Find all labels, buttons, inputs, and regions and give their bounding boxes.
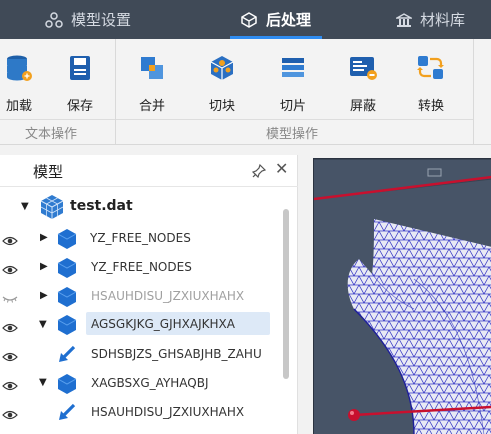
group-separator bbox=[473, 39, 474, 144]
model-settings-icon bbox=[45, 11, 63, 28]
expanded-arrow-icon[interactable]: ▼ bbox=[21, 202, 29, 212]
eye-closed-icon[interactable] bbox=[2, 290, 18, 309]
tree-item[interactable]: ▼ XAGBSXG_AYHAQBJ bbox=[0, 369, 282, 397]
save-button[interactable]: 保存 bbox=[56, 53, 104, 114]
tree-item-label: YZ_FREE_NODES bbox=[91, 260, 192, 274]
ribbon-divider bbox=[0, 119, 473, 120]
blue-cube-icon bbox=[56, 286, 78, 312]
blue-cube-icon bbox=[56, 373, 78, 399]
model-panel-title: 模型 bbox=[33, 163, 64, 181]
tab-post-processing-label: 后处理 bbox=[266, 11, 312, 29]
tree-item-label: SDHSBJZS_GHSABJHB_ZAHU bbox=[91, 347, 262, 361]
eye-icon[interactable] bbox=[2, 406, 18, 425]
tree-scrollbar[interactable] bbox=[283, 209, 289, 379]
tree-item[interactable]: HSAUHDISU_JZXIUXHAHX bbox=[0, 398, 282, 426]
tab-material-library-label: 材料库 bbox=[420, 11, 466, 29]
group-label-text-ops: 文本操作 bbox=[25, 127, 78, 142]
tab-material-library[interactable]: 材料库 bbox=[396, 0, 465, 39]
group-label-model-ops: 模型操作 bbox=[266, 127, 319, 142]
slice-button[interactable]: 切片 bbox=[269, 53, 317, 114]
tree-item-label: HSAUHDISU_JZXIUXHAHX bbox=[91, 289, 245, 303]
top-tab-bar: 模型设置 后处理 材料库 bbox=[0, 0, 491, 39]
convert-button-label: 转换 bbox=[417, 99, 444, 114]
tree-item-label: XAGBSXG_AYHAQBJ bbox=[91, 376, 209, 390]
eye-icon[interactable] bbox=[2, 377, 18, 396]
tab-model-settings[interactable]: 模型设置 bbox=[45, 0, 131, 39]
tree-item-label: AGSGKJKG_GJHXAJKHXA bbox=[91, 317, 235, 331]
slice-icon bbox=[278, 53, 308, 83]
eye-icon[interactable] bbox=[2, 232, 18, 251]
tree-item-label: HSAUHDISU_JZXIUXHAHX bbox=[91, 405, 245, 419]
merge-button-label: 合并 bbox=[138, 99, 165, 114]
collapsed-arrow-icon[interactable]: ▶ bbox=[40, 291, 48, 301]
mesh-render bbox=[314, 159, 491, 434]
merge-button[interactable]: 合并 bbox=[128, 53, 176, 114]
ribbon-toolbar: 加载 保存 合并 切块 切片 屏蔽 转换 文本操作 模型操作 bbox=[0, 39, 491, 145]
3d-viewport[interactable] bbox=[313, 158, 491, 434]
database-load-icon bbox=[4, 53, 34, 83]
tree-item[interactable]: SDHSBJZS_GHSABJHB_ZAHU bbox=[0, 340, 282, 368]
blue-arrow-icon bbox=[58, 345, 76, 367]
mask-icon bbox=[348, 53, 378, 83]
tree-item-selected[interactable]: ▼ AGSGKJKG_GJHXAJKHXA bbox=[0, 311, 282, 339]
tree-item[interactable]: ▶ YZ_FREE_NODES bbox=[0, 253, 282, 281]
collapsed-arrow-icon[interactable]: ▶ bbox=[40, 233, 48, 243]
group-separator bbox=[115, 39, 116, 144]
merge-icon bbox=[137, 53, 167, 83]
cut-block-icon bbox=[207, 53, 237, 83]
tree-root[interactable]: ▼ test.dat bbox=[0, 192, 282, 220]
collapsed-arrow-icon[interactable]: ▶ bbox=[40, 262, 48, 272]
model-panel: 模型 ✕ ▼ test.dat ▶ YZ_FREE_NODES ▶ YZ_FRE… bbox=[0, 155, 298, 434]
mask-button-label: 屏蔽 bbox=[349, 99, 376, 114]
blue-cube-icon bbox=[56, 228, 78, 254]
save-button-label: 保存 bbox=[66, 99, 93, 114]
eye-icon[interactable] bbox=[2, 348, 18, 367]
tree-root-label: test.dat bbox=[70, 198, 133, 214]
eye-icon[interactable] bbox=[2, 261, 18, 280]
save-icon bbox=[65, 53, 95, 83]
cut-block-button-label: 切块 bbox=[208, 99, 235, 114]
mesh-cube-icon bbox=[38, 193, 66, 225]
tab-model-settings-label: 模型设置 bbox=[71, 11, 132, 29]
tree-item-label: YZ_FREE_NODES bbox=[90, 231, 191, 245]
load-button-label: 加载 bbox=[5, 99, 32, 114]
post-processing-icon bbox=[240, 11, 258, 28]
convert-icon bbox=[416, 53, 446, 83]
blue-cube-icon bbox=[56, 257, 78, 283]
mask-button[interactable]: 屏蔽 bbox=[339, 53, 387, 114]
blue-arrow-icon bbox=[58, 403, 76, 425]
tree-item[interactable]: ▶ YZ_FREE_NODES bbox=[0, 224, 282, 252]
eye-icon[interactable] bbox=[2, 319, 18, 338]
blue-cube-icon bbox=[56, 314, 78, 340]
model-panel-header: 模型 ✕ bbox=[0, 155, 298, 187]
tree-item[interactable]: ▶ HSAUHDISU_JZXIUXHAHX bbox=[0, 282, 282, 310]
pin-icon[interactable] bbox=[251, 163, 267, 182]
slice-button-label: 切片 bbox=[279, 99, 306, 114]
tab-post-processing[interactable]: 后处理 bbox=[240, 0, 311, 39]
close-icon[interactable]: ✕ bbox=[275, 161, 288, 177]
load-button[interactable]: 加载 bbox=[0, 53, 43, 114]
material-library-icon bbox=[396, 12, 412, 28]
expanded-arrow-icon[interactable]: ▼ bbox=[39, 378, 47, 388]
cut-block-button[interactable]: 切块 bbox=[198, 53, 246, 114]
expanded-arrow-icon[interactable]: ▼ bbox=[39, 320, 47, 330]
convert-button[interactable]: 转换 bbox=[407, 53, 455, 114]
